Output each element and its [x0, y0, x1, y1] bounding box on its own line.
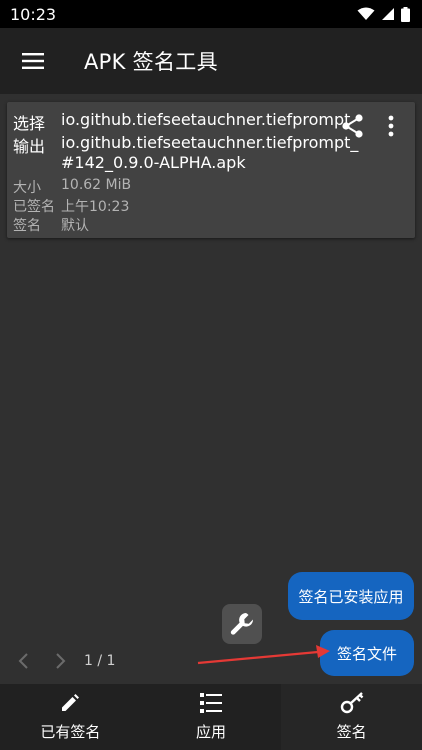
- signed-row: 已签名 上午10:23: [13, 196, 129, 216]
- signature-value: 默认: [61, 218, 89, 234]
- nav-label-signed: 已有签名: [40, 723, 101, 741]
- size-row: 大小 10.62 MiB: [13, 177, 131, 197]
- sign-file-button[interactable]: 签名文件: [320, 630, 414, 676]
- app-bar: APK 签名工具: [0, 28, 422, 94]
- pencil-icon: [58, 691, 82, 715]
- more-vertical-icon[interactable]: [381, 112, 401, 140]
- chevron-right-icon[interactable]: [50, 651, 70, 671]
- menu-button[interactable]: [0, 28, 66, 94]
- page-indicator: 1 / 1: [84, 653, 116, 669]
- signal-icon: [382, 8, 394, 20]
- signed-value: 上午10:23: [61, 199, 130, 215]
- bottom-navigation: 已有签名 应用 签名: [0, 684, 422, 750]
- wifi-icon: [357, 7, 375, 20]
- app-title: APK 签名工具: [84, 50, 218, 74]
- chevron-left-icon[interactable]: [14, 651, 34, 671]
- select-row: 选择 io.github.tiefseetauchner.tiefprompt: [13, 110, 350, 134]
- size-label: 大小: [13, 180, 41, 196]
- nav-label-signature: 签名: [336, 723, 367, 741]
- apk-file-card[interactable]: 选择 io.github.tiefseetauchner.tiefprompt …: [7, 102, 415, 238]
- signature-row: 签名 默认: [13, 215, 89, 235]
- nav-label-apps: 应用: [196, 723, 227, 741]
- signature-label: 签名: [13, 218, 41, 234]
- signed-label: 已签名: [13, 199, 55, 215]
- nav-item-signature[interactable]: 签名: [281, 684, 422, 750]
- pager: 1 / 1: [14, 650, 115, 672]
- nav-item-apps[interactable]: 应用: [141, 684, 282, 750]
- status-bar: 10:23: [0, 0, 422, 28]
- output-row-continued: #142_0.9.0-ALPHA.apk: [13, 153, 246, 172]
- wrench-icon: [230, 613, 254, 635]
- battery-icon: [401, 6, 410, 22]
- list-icon: [199, 691, 223, 715]
- sign-installed-app-button[interactable]: 签名已安装应用: [288, 572, 414, 620]
- status-time: 10:23: [10, 4, 57, 24]
- tools-button[interactable]: [222, 604, 262, 644]
- hamburger-menu-icon: [22, 53, 44, 69]
- select-label: 选择: [13, 114, 46, 133]
- share-icon[interactable]: [339, 112, 367, 140]
- select-value: io.github.tiefseetauchner.tiefprompt: [61, 110, 351, 129]
- key-icon: [340, 691, 364, 715]
- size-value: 10.62 MiB: [61, 177, 132, 193]
- output-value-continued: #142_0.9.0-ALPHA.apk: [61, 153, 246, 172]
- nav-item-signed[interactable]: 已有签名: [0, 684, 141, 750]
- status-icons: [357, 6, 410, 22]
